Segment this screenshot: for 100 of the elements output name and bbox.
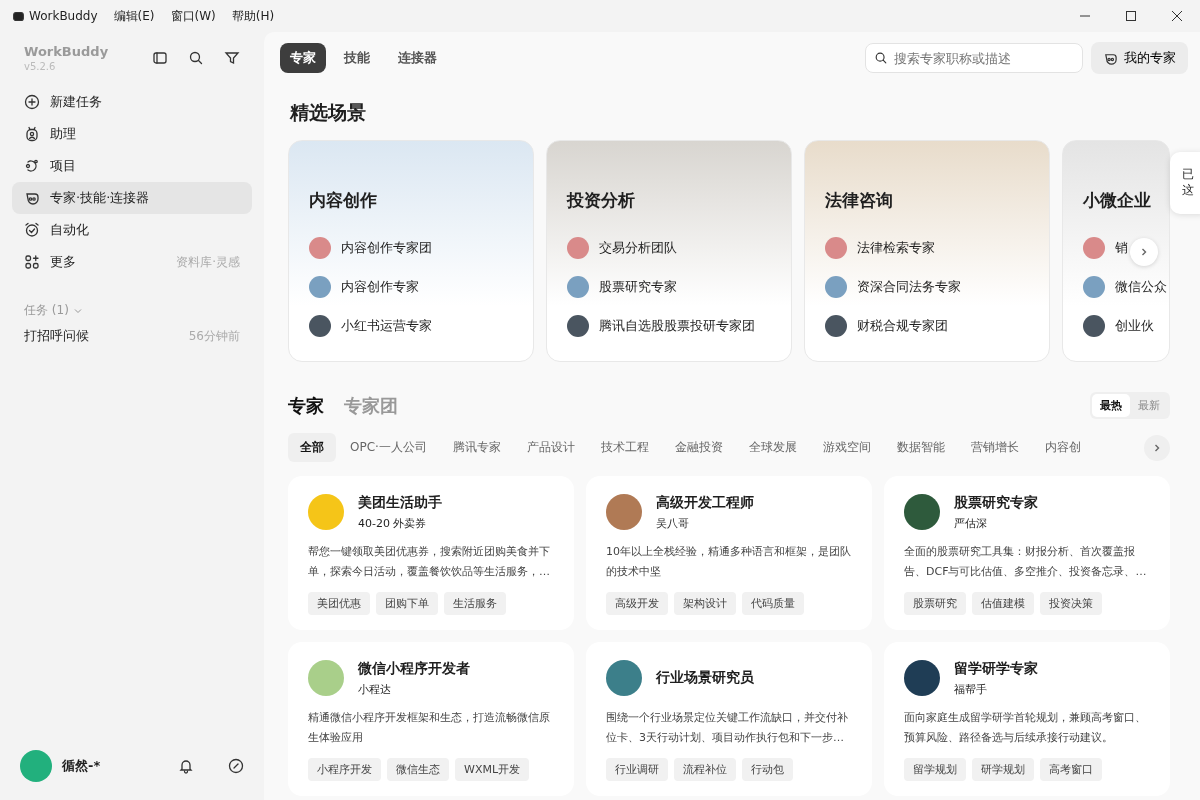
- nav-item[interactable]: 项目: [12, 150, 252, 182]
- search-icon: [188, 50, 204, 66]
- scene-title: 法律咨询: [825, 189, 894, 212]
- plus-icon: [24, 94, 40, 110]
- tag: 研学规划: [972, 758, 1034, 781]
- nav-item[interactable]: 新建任务: [12, 86, 252, 118]
- expert-name: 股票研究专家: [954, 493, 1038, 512]
- category-tab[interactable]: OPC·一人公司: [338, 433, 439, 462]
- category-tab[interactable]: 全球发展: [736, 433, 809, 462]
- category-tab[interactable]: 全部: [288, 433, 336, 462]
- expert-card[interactable]: 高级开发工程师 吴八哥 10年以上全栈经验，精通多种语言和框架，是团队的技术中坚 高级开发 架构设计 代码质量: [586, 476, 872, 630]
- expert-card[interactable]: 微信小程序开发者 小程达 精通微信小程序开发框架和生态，打造流畅微信原生体验应用 小程序开发 微信生态 WXML开发: [288, 642, 574, 796]
- expert-card[interactable]: 留学研学专家 福帮手 面向家庭生成留学研学首轮规划，兼顾高考窗口、预算风险、路径备选与后续承接行动建议。 留学规划 研学规划 高考窗口: [884, 642, 1170, 796]
- tag: 股票研究: [904, 592, 966, 615]
- expert-card[interactable]: 美团生活助手 40-20 外卖券 帮您一键领取美团优惠券，搜索附近团购美食并下单，探索今日活动，覆盖餐饮饮品等生活服务，… 美团优惠 团购下单 生活服务: [288, 476, 574, 630]
- scroll-right-button[interactable]: [1144, 434, 1170, 461]
- scene-title: 内容创作: [309, 189, 378, 212]
- expert-description: 全面的股票研究工具集：财报分析、首次覆盖报告、DCF与可比估值、多空推介、投资备忘录、…: [904, 544, 1148, 580]
- tab[interactable]: 专家: [280, 43, 326, 73]
- project-icon: [24, 158, 40, 174]
- tag: 架构设计: [674, 592, 736, 615]
- tag: 小程序开发: [308, 758, 381, 781]
- scene-item[interactable]: 交易分析团队: [599, 238, 677, 257]
- expert-description: 精通微信小程序开发框架和生态，打造流畅微信原生体验应用: [308, 710, 551, 746]
- app-name: WorkBuddy: [29, 9, 98, 23]
- category-tab[interactable]: 营销增长: [958, 433, 1031, 462]
- tab[interactable]: 技能: [334, 43, 380, 73]
- search-field[interactable]: 搜索专家职称或描述: [865, 43, 1083, 73]
- avatar: [567, 314, 589, 337]
- version-label: v5.2.6: [24, 61, 57, 72]
- scene-item[interactable]: 微信公众: [1115, 277, 1167, 296]
- scene-item[interactable]: 创业伙: [1115, 316, 1154, 335]
- menu-item[interactable]: 编辑(E): [113, 7, 155, 25]
- scene-item[interactable]: 财税合规专家团: [857, 316, 948, 335]
- expert-name: 高级开发工程师: [656, 493, 754, 512]
- scene-item[interactable]: 法律检索专家: [857, 238, 935, 257]
- section-title: 精选场景: [290, 100, 367, 125]
- expert-description: 10年以上全栈经验，精通多种语言和框架，是团队的技术中坚: [606, 544, 852, 580]
- chevron-right-icon: [1152, 442, 1162, 453]
- scene-title: 投资分析: [567, 189, 636, 212]
- avatar: [1083, 314, 1105, 337]
- nav-item[interactable]: 专家·技能·连接器: [12, 182, 252, 214]
- category-tab[interactable]: 腾讯专家: [440, 433, 513, 462]
- avatar: [309, 275, 331, 298]
- expert-card[interactable]: 行业场景研究员 围绕一个行业场景定位关键工作流缺口，并交付补位卡、3天行动计划、项目动作执行包和下一步… 行业调研 流程补位 行动包: [586, 642, 872, 796]
- expert-card[interactable]: 股票研究专家 严估深 全面的股票研究工具集：财报分析、首次覆盖报告、DCF与可比估值、多空推介、投资备忘录、… 股票研究 估值建模 投资决策: [884, 476, 1170, 630]
- expert-name: 行业场景研究员: [656, 669, 754, 687]
- expert-subtitle: 吴八哥: [656, 515, 690, 531]
- tag: 行业调研: [606, 758, 668, 781]
- nav-item[interactable]: 助理: [12, 118, 252, 150]
- avatar: [567, 236, 589, 259]
- tag: 高考窗口: [1040, 758, 1102, 781]
- tag: 微信生态: [387, 758, 449, 781]
- scene-item[interactable]: 内容创作专家: [341, 277, 419, 296]
- tag: 美团优惠: [308, 592, 370, 615]
- tag: 高级开发: [606, 592, 668, 615]
- category-tab[interactable]: 游戏空间: [810, 433, 883, 462]
- avatar: [825, 275, 847, 298]
- expert-subtitle: 小程达: [358, 681, 392, 697]
- notification-text: 这: [1182, 182, 1195, 198]
- task-title[interactable]: 打招呼问候: [24, 327, 89, 345]
- nav-hint: 资料库·灵感: [176, 253, 240, 271]
- scene-title: 小微企业: [1083, 189, 1152, 212]
- expert-description: 帮您一键领取美团优惠券，搜索附近团购美食并下单，探索今日活动，覆盖餐饮饮品等生活服务，…: [308, 544, 551, 580]
- my-experts-button[interactable]: 我的专家: [1091, 42, 1188, 74]
- bell-icon: [178, 758, 194, 774]
- tag: WXML开发: [455, 758, 530, 781]
- section-tab[interactable]: 专家: [288, 393, 324, 418]
- tag: 估值建模: [972, 592, 1034, 615]
- scene-card[interactable]: 投资分析 交易分析团队 股票研究专家 腾讯自选股股票投研专家团: [546, 140, 792, 362]
- avatar: [309, 236, 331, 259]
- avatar: [1083, 275, 1105, 298]
- scene-item[interactable]: 资深合同法务专家: [857, 277, 961, 296]
- tag: 生活服务: [444, 592, 506, 615]
- brand-name: WorkBuddy: [24, 44, 109, 59]
- category-tab[interactable]: 产品设计: [514, 433, 587, 462]
- app-logo-icon: [12, 9, 25, 23]
- sort-option[interactable]: 最热: [1092, 394, 1130, 417]
- expert-subtitle: 40-20 外卖券: [358, 515, 428, 531]
- category-tab[interactable]: 金融投资: [662, 433, 735, 462]
- menu-item[interactable]: 窗口(W): [170, 7, 216, 25]
- nav-item[interactable]: 自动化: [12, 214, 252, 246]
- scene-item[interactable]: 股票研究专家: [599, 277, 677, 296]
- scene-item[interactable]: 内容创作专家团: [341, 238, 432, 257]
- scene-item[interactable]: 销: [1115, 238, 1128, 257]
- nav-item[interactable]: 更多 资料库·灵感: [12, 246, 252, 278]
- scene-card[interactable]: 内容创作 内容创作专家团 内容创作专家 小红书运营专家: [288, 140, 534, 362]
- clock-icon: [24, 222, 40, 238]
- menu-item[interactable]: 帮助(H): [231, 7, 275, 25]
- category-tab[interactable]: 内容创: [1032, 433, 1093, 462]
- tab[interactable]: 连接器: [388, 43, 447, 73]
- scene-card[interactable]: 法律咨询 法律检索专家 资深合同法务专家 财税合规专家团: [804, 140, 1050, 362]
- avatar: [1083, 236, 1105, 259]
- category-tab[interactable]: 数据智能: [884, 433, 957, 462]
- scene-item[interactable]: 小红书运营专家: [341, 316, 432, 335]
- scene-card[interactable]: 小微企业 销 微信公众 创业伙: [1062, 140, 1170, 362]
- avatar[interactable]: [20, 750, 52, 782]
- category-tab[interactable]: 技术工程: [588, 433, 661, 462]
- expert-subtitle: 福帮手: [954, 681, 988, 697]
- scene-item[interactable]: 腾讯自选股股票投研专家团: [599, 316, 755, 335]
